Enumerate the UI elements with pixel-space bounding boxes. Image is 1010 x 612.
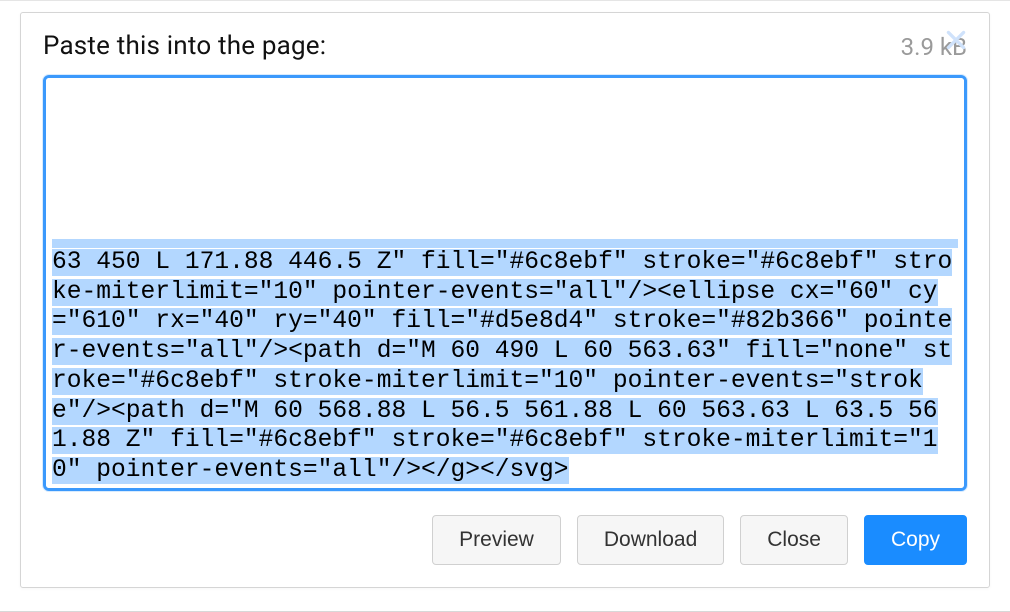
download-button[interactable]: Download bbox=[577, 515, 724, 565]
dialog-title: Paste this into the page: bbox=[43, 31, 326, 61]
code-textarea-wrapper: 63 450 L 171.88 446.5 Z" fill="#6c8ebf" … bbox=[43, 75, 967, 491]
close-button[interactable]: Close bbox=[740, 515, 848, 565]
preview-button[interactable]: Preview bbox=[432, 515, 561, 565]
export-dialog: Paste this into the page: 3.9 kB 63 450 … bbox=[20, 12, 990, 588]
copy-button[interactable]: Copy bbox=[864, 515, 967, 565]
dialog-buttons: Preview Download Close Copy bbox=[43, 515, 967, 565]
code-textarea[interactable]: 63 450 L 171.88 446.5 Z" fill="#6c8ebf" … bbox=[46, 78, 964, 488]
close-icon[interactable] bbox=[943, 27, 969, 53]
dialog-header: Paste this into the page: 3.9 kB bbox=[43, 31, 967, 61]
